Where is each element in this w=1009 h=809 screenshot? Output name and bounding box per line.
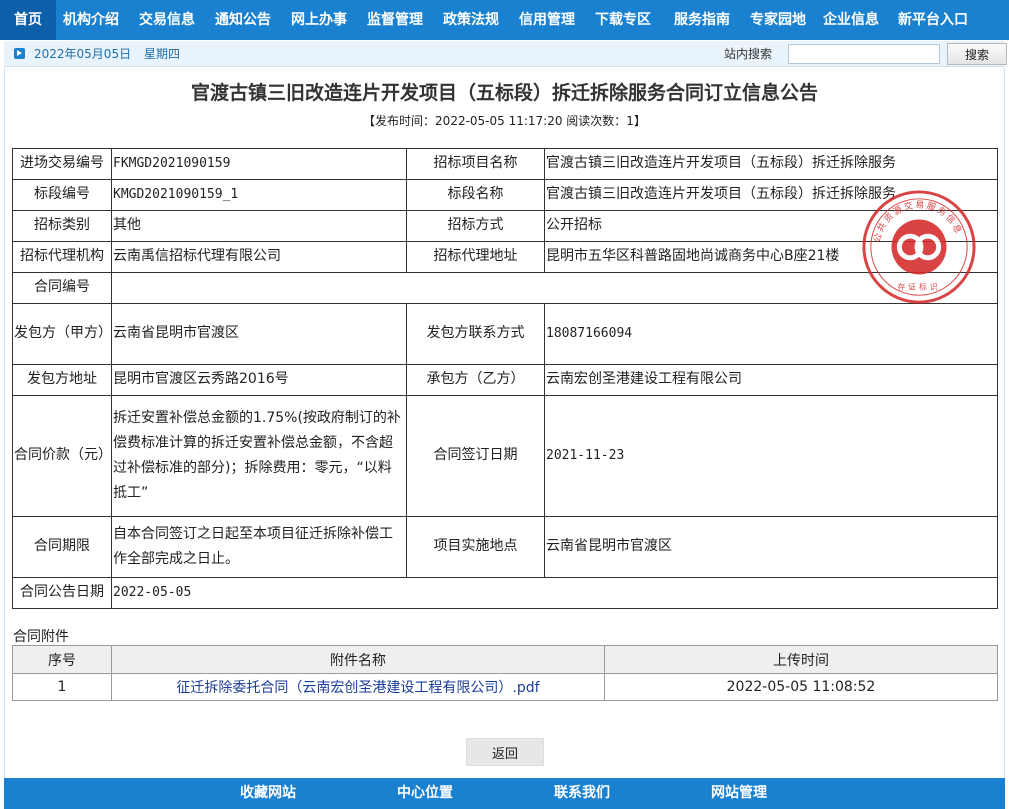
- period-value: 自本合同签订之日起至本项目征迁拆除补偿工作全部完成之日止。: [111, 516, 407, 578]
- agency-value: 云南禹信招标代理有限公司: [111, 241, 407, 273]
- section-name-value: 官渡古镇三旧改造连片开发项目（五标段）拆迁拆除服务: [544, 179, 998, 211]
- price-value: 拆迁安置补偿总金额的1.75%(按政府制订的补偿费标准计算的拆迁安置补偿总金额，…: [111, 395, 407, 517]
- announce-date-value: 2022-05-05: [111, 577, 998, 609]
- nav-item-experts[interactable]: 专家园地: [740, 0, 816, 40]
- nav-item-policies[interactable]: 政策法规: [436, 0, 506, 40]
- period-label: 合同期限: [12, 516, 112, 578]
- agency-label: 招标代理机构: [12, 241, 112, 273]
- section-no-value: KMGD2021090159_1: [111, 179, 407, 211]
- table-row: 标段编号 KMGD2021090159_1 标段名称 官渡古镇三旧改造连片开发项…: [12, 179, 998, 211]
- attachment-link[interactable]: 征迁拆除委托合同（云南宏创圣港建设工程有限公司）.pdf: [176, 680, 539, 696]
- employer-address-value: 昆明市官渡区云秀路2016号: [111, 364, 407, 396]
- trade-no-label: 进场交易编号: [12, 148, 112, 180]
- column-header-name: 附件名称: [111, 645, 605, 674]
- method-label: 招标方式: [406, 210, 545, 242]
- nav-item-new-platform[interactable]: 新平台入口: [892, 0, 974, 40]
- trade-no-value: FKMGD2021090159: [111, 148, 407, 180]
- column-header-time: 上传时间: [604, 645, 998, 674]
- table-row: 合同期限 自本合同签订之日起至本项目征迁拆除补偿工作全部完成之日止。 项目实施地…: [12, 516, 998, 578]
- agency-address-value: 昆明市五华区科普路固地尚诚商务中心B座21楼: [544, 241, 998, 273]
- nav-item-credit[interactable]: 信用管理: [512, 0, 582, 40]
- employer-contact-value: 18087166094: [544, 303, 998, 365]
- employer-value: 云南省昆明市官渡区: [111, 303, 407, 365]
- sign-date-value: 2021-11-23: [544, 395, 998, 517]
- section-name-label: 标段名称: [406, 179, 545, 211]
- announce-date-label: 合同公告日期: [12, 577, 112, 609]
- location-value: 云南省昆明市官渡区: [544, 516, 998, 578]
- table-row: 合同公告日期 2022-05-05: [12, 577, 998, 609]
- table-row: 招标代理机构 云南禹信招标代理有限公司 招标代理地址 昆明市五华区科普路固地尚诚…: [12, 241, 998, 273]
- column-header-no: 序号: [12, 645, 112, 674]
- nav-item-downloads[interactable]: 下载专区: [588, 0, 658, 40]
- contract-no-value: [111, 272, 998, 304]
- project-name-value: 官渡古镇三旧改造连片开发项目（五标段）拆迁拆除服务: [544, 148, 998, 180]
- nav-item-service-guide[interactable]: 服务指南: [664, 0, 740, 40]
- employer-label: 发包方（甲方）: [12, 303, 112, 365]
- footer-link-admin[interactable]: 网站管理: [711, 778, 767, 809]
- search-button[interactable]: 搜索: [947, 43, 1007, 65]
- nav-item-trade-info[interactable]: 交易信息: [132, 0, 202, 40]
- table-row: 招标类别 其他 招标方式 公开招标: [12, 210, 998, 242]
- contract-info-table: 进场交易编号 FKMGD2021090159 招标项目名称 官渡古镇三旧改造连片…: [12, 148, 998, 609]
- employer-contact-label: 发包方联系方式: [406, 303, 545, 365]
- section-no-label: 标段编号: [12, 179, 112, 211]
- footer-link-location[interactable]: 中心位置: [397, 778, 453, 809]
- current-weekday: 星期四: [144, 47, 181, 61]
- search-input[interactable]: [788, 44, 940, 64]
- attachment-time: 2022-05-05 11:08:52: [604, 673, 998, 701]
- location-label: 项目实施地点: [406, 516, 545, 578]
- footer-link-contact[interactable]: 联系我们: [554, 778, 610, 809]
- table-row: 合同价款（元） 拆迁安置补偿总金额的1.75%(按政府制订的补偿费标准计算的拆迁…: [12, 395, 998, 517]
- table-row: 进场交易编号 FKMGD2021090159 招标项目名称 官渡古镇三旧改造连片…: [12, 148, 998, 180]
- attachment-name-cell: 征迁拆除委托合同（云南宏创圣港建设工程有限公司）.pdf: [111, 673, 605, 701]
- employer-address-label: 发包方地址: [12, 364, 112, 396]
- nav-item-online-service[interactable]: 网上办事: [284, 0, 354, 40]
- agency-address-label: 招标代理地址: [406, 241, 545, 273]
- table-row: 发包方（甲方） 云南省昆明市官渡区 发包方联系方式 18087166094: [12, 303, 998, 365]
- attachments-title: 合同附件: [13, 629, 69, 645]
- category-label: 招标类别: [12, 210, 112, 242]
- footer: 收藏网站 中心位置 联系我们 网站管理: [4, 778, 1005, 809]
- nav-item-home[interactable]: 首页: [0, 0, 56, 40]
- category-value: 其他: [111, 210, 407, 242]
- page-title: 官渡古镇三旧改造连片开发项目（五标段）拆迁拆除服务合同订立信息公告: [190, 82, 818, 104]
- price-label: 合同价款（元）: [12, 395, 112, 517]
- table-header-row: 序号 附件名称 上传时间: [12, 645, 998, 674]
- top-nav: 首页 机构介绍 交易信息 通知公告 网上办事 监督管理 政策法规 信用管理 下载…: [0, 0, 1009, 40]
- nav-item-notices[interactable]: 通知公告: [208, 0, 278, 40]
- search-label: 站内搜索: [724, 47, 773, 61]
- nav-item-about[interactable]: 机构介绍: [56, 0, 126, 40]
- back-button[interactable]: 返回: [466, 738, 544, 766]
- arrow-right-icon: [14, 48, 25, 59]
- table-row: 发包方地址 昆明市官渡区云秀路2016号 承包方（乙方） 云南宏创圣港建设工程有…: [12, 364, 998, 396]
- attachments-table: 序号 附件名称 上传时间 1 征迁拆除委托合同（云南宏创圣港建设工程有限公司）.…: [12, 645, 998, 701]
- footer-link-bookmark[interactable]: 收藏网站: [240, 778, 296, 809]
- contractor-label: 承包方（乙方）: [406, 364, 545, 396]
- attachment-no: 1: [12, 673, 112, 701]
- project-name-label: 招标项目名称: [406, 148, 545, 180]
- table-row: 合同编号: [12, 272, 998, 304]
- publish-info: 【发布时间：2022-05-05 11:17:20 阅读次数：1】: [363, 114, 646, 128]
- info-bar: 2022年05月05日 星期四 站内搜索 搜索: [4, 41, 1007, 67]
- table-row: 1 征迁拆除委托合同（云南宏创圣港建设工程有限公司）.pdf 2022-05-0…: [12, 673, 998, 701]
- nav-item-supervision[interactable]: 监督管理: [360, 0, 430, 40]
- contractor-value: 云南宏创圣港建设工程有限公司: [544, 364, 998, 396]
- method-value: 公开招标: [544, 210, 998, 242]
- nav-item-companies[interactable]: 企业信息: [816, 0, 886, 40]
- current-date: 2022年05月05日: [34, 47, 132, 61]
- contract-no-label: 合同编号: [12, 272, 112, 304]
- sign-date-label: 合同签订日期: [406, 395, 545, 517]
